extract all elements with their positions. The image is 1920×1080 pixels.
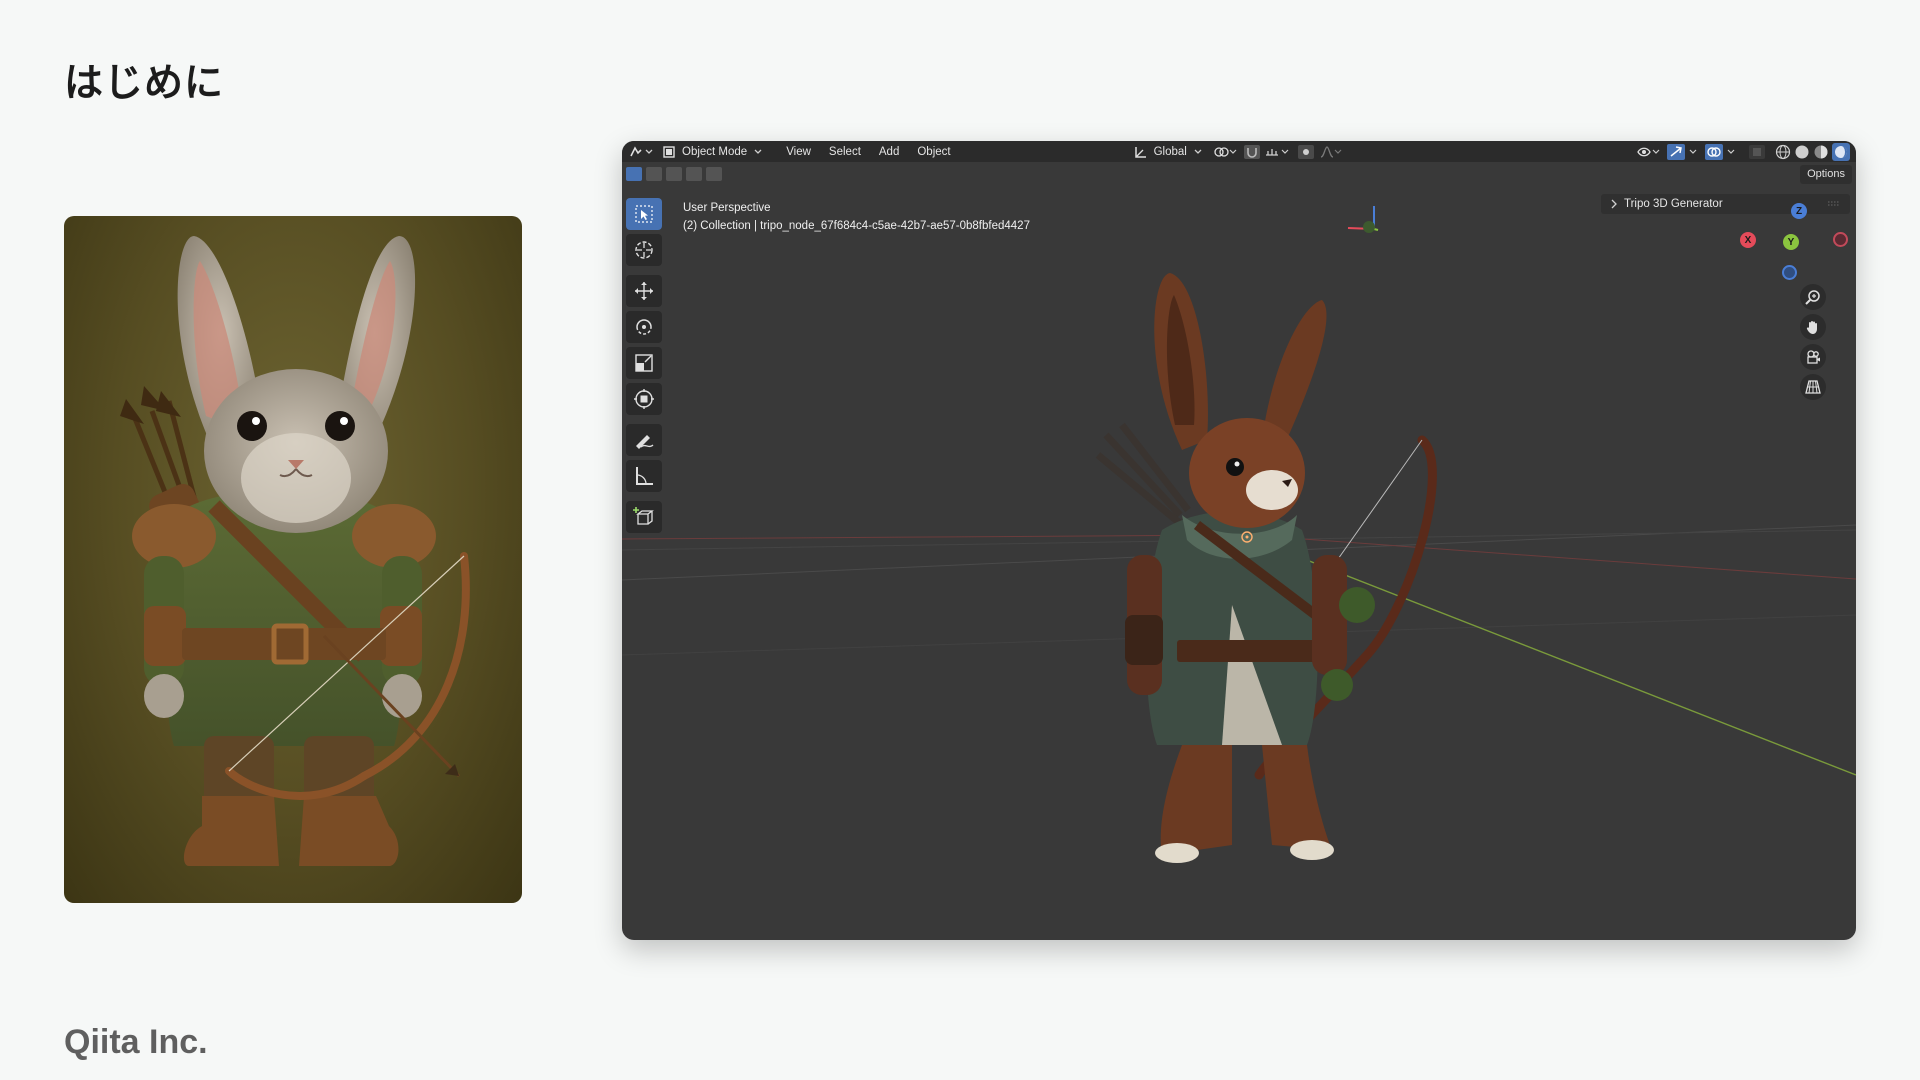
viewport-collection-label: (2) Collection | tripo_node_67f684c4-c5a… bbox=[683, 220, 1030, 232]
shading-wireframe[interactable] bbox=[1775, 141, 1791, 162]
blender-window: Object Mode View Select Add Object Globa… bbox=[622, 141, 1856, 940]
increment-icon bbox=[1264, 145, 1290, 159]
annotate-icon bbox=[633, 429, 655, 451]
tripo-panel-title: Tripo 3D Generator bbox=[1624, 198, 1723, 210]
tool-move[interactable] bbox=[626, 275, 662, 307]
camera-icon bbox=[1805, 349, 1821, 365]
axis-neg-x[interactable] bbox=[1833, 232, 1848, 247]
axis-z[interactable]: Z bbox=[1791, 203, 1807, 219]
gizmo-dropdown[interactable] bbox=[1687, 141, 1699, 162]
orientation-label: Global bbox=[1153, 145, 1187, 158]
editor-type-icon[interactable] bbox=[628, 141, 654, 162]
options-button[interactable]: Options bbox=[1800, 165, 1852, 184]
pan-button[interactable] bbox=[1800, 314, 1826, 340]
overlays-dropdown[interactable] bbox=[1725, 141, 1737, 162]
tool-add-cube[interactable] bbox=[626, 501, 662, 533]
shading-material[interactable] bbox=[1813, 141, 1829, 162]
zoom-icon bbox=[1805, 289, 1821, 305]
viewport-canvas[interactable] bbox=[622, 185, 1856, 940]
proportional-edit-toggle[interactable] bbox=[1297, 141, 1314, 162]
snap-target-dropdown[interactable] bbox=[1264, 141, 1290, 162]
select-extend-icon[interactable] bbox=[646, 166, 662, 181]
axis-y[interactable]: Y bbox=[1783, 234, 1799, 250]
gizmo-icon bbox=[1667, 143, 1685, 160]
move-icon bbox=[633, 280, 655, 302]
proportional-icon bbox=[1297, 144, 1314, 159]
link-icon bbox=[1214, 145, 1238, 159]
drag-handle-icon[interactable] bbox=[1828, 201, 1840, 207]
select-invert-icon[interactable] bbox=[686, 166, 702, 181]
viewport-perspective-label: User Perspective bbox=[683, 202, 771, 214]
select-box-icon bbox=[634, 204, 654, 224]
axis-x[interactable]: X bbox=[1740, 232, 1756, 248]
chevron-right-icon bbox=[1610, 199, 1618, 209]
pivot-point-dropdown[interactable] bbox=[1214, 141, 1238, 162]
select-new-icon[interactable] bbox=[626, 166, 642, 181]
concept-art-image bbox=[64, 216, 522, 903]
overlays-icon bbox=[1705, 143, 1723, 160]
falloff-curve-icon bbox=[1320, 145, 1342, 159]
tool-measure[interactable] bbox=[626, 460, 662, 492]
select-intersect-icon[interactable] bbox=[706, 166, 722, 181]
solid-sphere-icon bbox=[1794, 144, 1810, 160]
add-cube-icon bbox=[632, 505, 656, 529]
slide-title: はじめに bbox=[64, 61, 225, 106]
material-sphere-icon bbox=[1813, 144, 1829, 160]
menu-view[interactable]: View bbox=[784, 146, 813, 158]
chevron-down-icon bbox=[1687, 148, 1699, 156]
orientation-icon bbox=[1134, 145, 1148, 159]
rabbit-3d-model[interactable] bbox=[1095, 273, 1437, 863]
tool-annotate[interactable] bbox=[626, 424, 662, 456]
axis-neg-z[interactable] bbox=[1782, 265, 1797, 280]
chevron-down-icon bbox=[1194, 149, 1202, 155]
transform-icon bbox=[633, 388, 655, 410]
hand-icon bbox=[1805, 319, 1821, 335]
menu-object[interactable]: Object bbox=[915, 146, 952, 158]
tool-transform[interactable] bbox=[626, 383, 662, 415]
cursor-icon bbox=[633, 239, 655, 261]
visibility-dropdown[interactable] bbox=[1637, 141, 1661, 162]
measure-icon bbox=[633, 465, 655, 487]
magnet-icon bbox=[1243, 144, 1260, 159]
chevron-down-icon bbox=[1725, 148, 1737, 156]
menu-select[interactable]: Select bbox=[827, 146, 863, 158]
falloff-dropdown[interactable] bbox=[1320, 141, 1342, 162]
footer-brand: Qiita Inc. bbox=[64, 1023, 208, 1061]
overlays-toggle[interactable] bbox=[1705, 141, 1723, 162]
selection-mode-row bbox=[622, 162, 1856, 185]
grid-icon bbox=[1805, 379, 1821, 395]
scale-icon bbox=[633, 352, 655, 374]
blender-header: Object Mode View Select Add Object Globa… bbox=[622, 141, 1856, 162]
viewport-info: User Perspective (2) Collection | tripo_… bbox=[683, 199, 1030, 235]
shading-solid[interactable] bbox=[1794, 141, 1810, 162]
camera-view-button[interactable] bbox=[1800, 344, 1826, 370]
eye-icon bbox=[1637, 145, 1661, 159]
rotate-icon bbox=[633, 316, 655, 338]
tool-scale[interactable] bbox=[626, 347, 662, 379]
xray-icon bbox=[1749, 144, 1765, 159]
tool-cursor[interactable] bbox=[626, 234, 662, 266]
wireframe-sphere-icon bbox=[1775, 144, 1791, 160]
tripo-panel-header[interactable]: Tripo 3D Generator bbox=[1601, 194, 1850, 214]
transform-orientation-dropdown[interactable]: Global bbox=[1134, 141, 1202, 162]
menu-add[interactable]: Add bbox=[877, 146, 901, 158]
ortho-toggle-button[interactable] bbox=[1800, 374, 1826, 400]
snap-toggle[interactable] bbox=[1243, 141, 1260, 162]
rendered-sphere-icon bbox=[1832, 142, 1850, 161]
xray-toggle[interactable] bbox=[1749, 141, 1765, 162]
select-subtract-icon[interactable] bbox=[666, 166, 682, 181]
mode-dropdown[interactable]: Object Mode bbox=[662, 141, 762, 162]
chevron-down-icon bbox=[754, 149, 762, 155]
gizmo-toggle[interactable] bbox=[1667, 141, 1685, 162]
tool-rotate[interactable] bbox=[626, 311, 662, 343]
object-mode-icon bbox=[662, 145, 676, 159]
tool-shelf bbox=[626, 198, 664, 537]
zoom-button[interactable] bbox=[1800, 284, 1826, 310]
tool-select-box[interactable] bbox=[626, 198, 662, 230]
shading-rendered[interactable] bbox=[1832, 141, 1850, 162]
mode-label: Object Mode bbox=[682, 145, 748, 158]
